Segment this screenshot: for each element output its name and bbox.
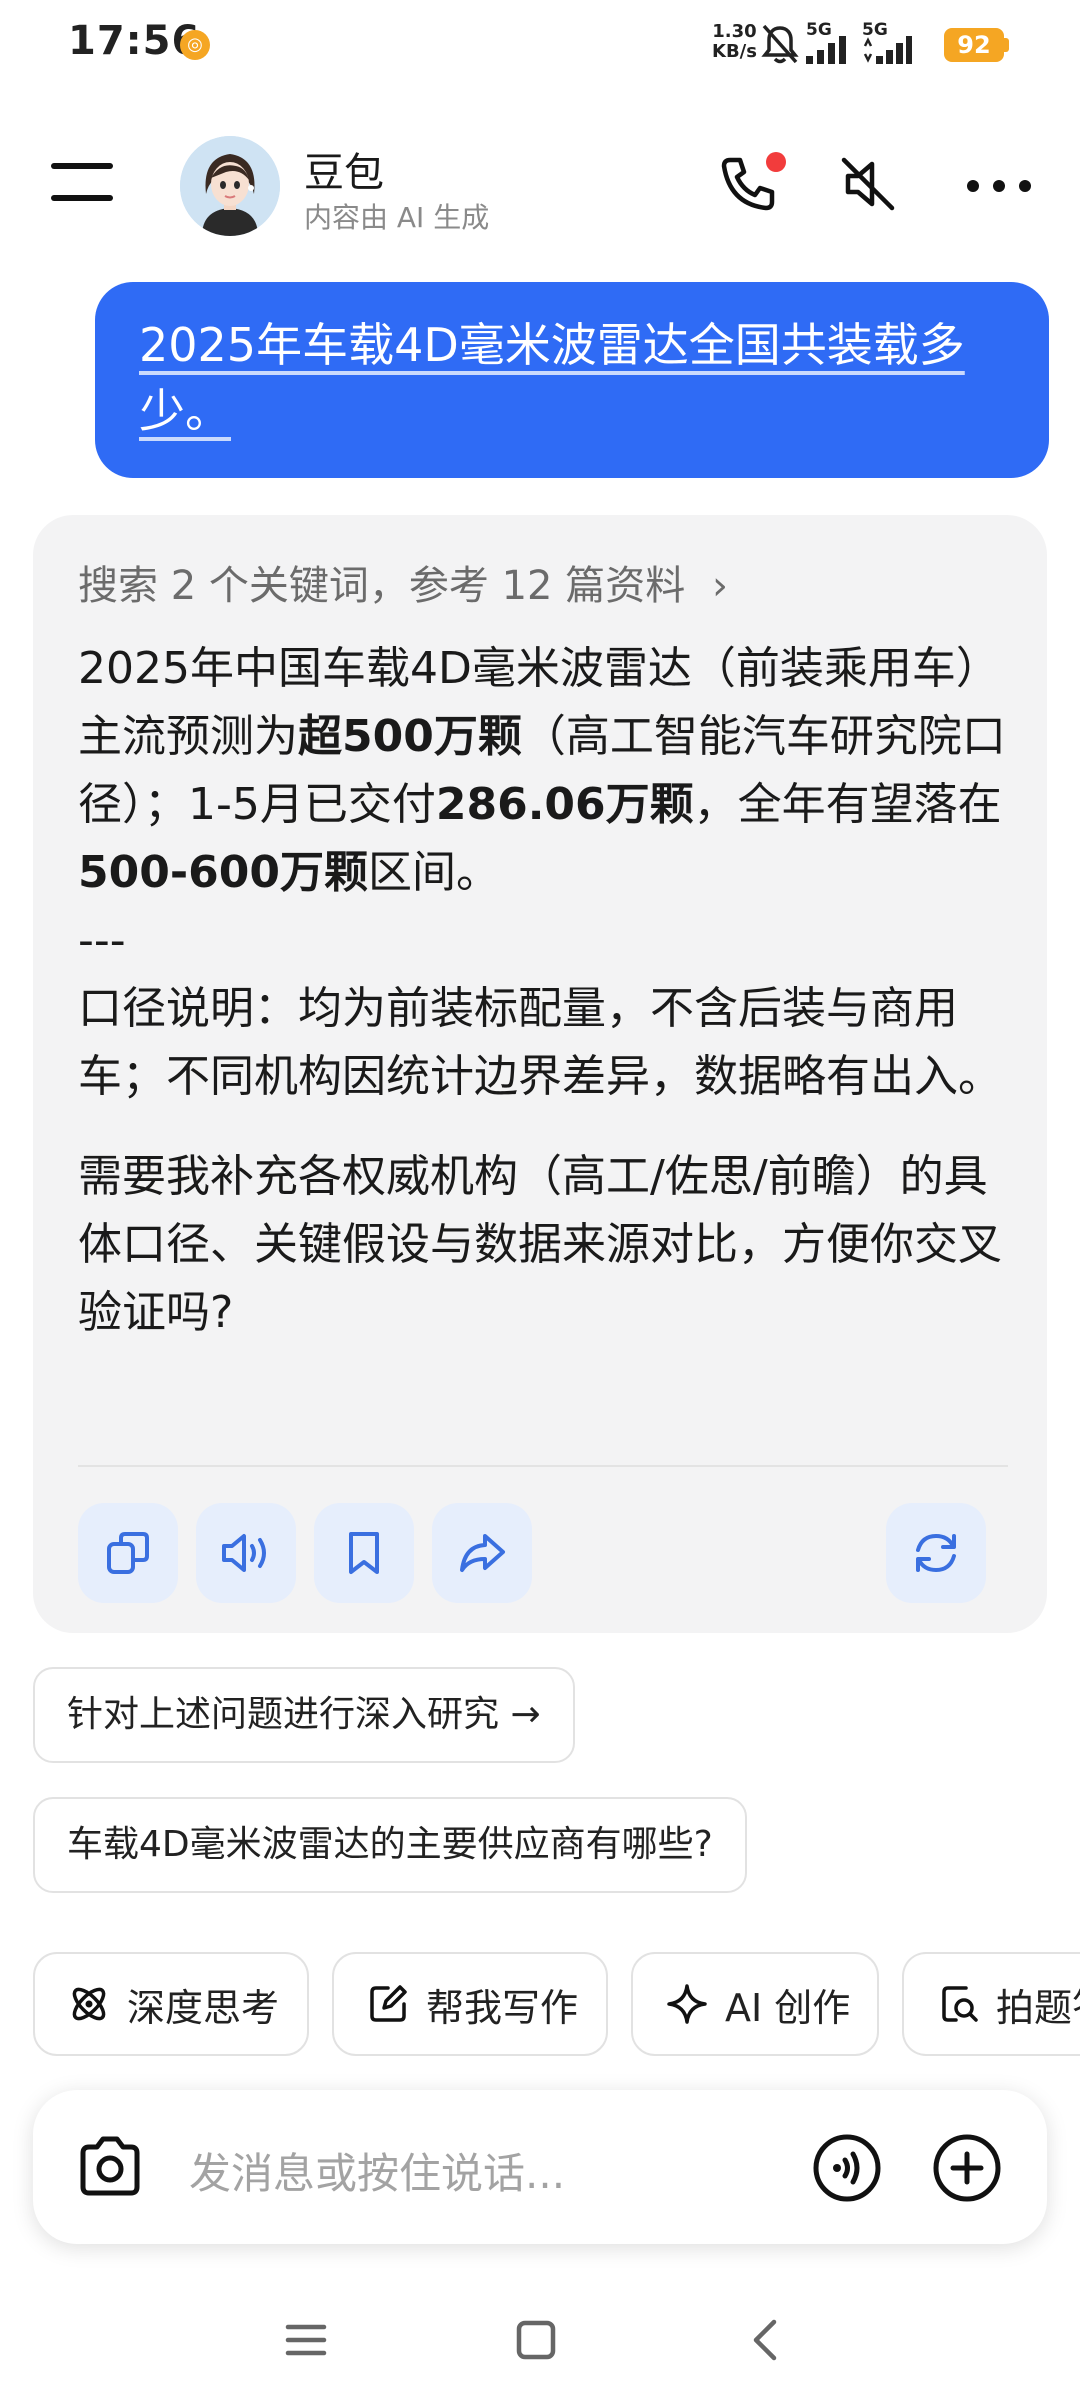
user-message-text: 2025年车载4D毫米波雷达全国共装载多少。 [139,318,965,438]
tool-label: 拍题答 [996,1985,1080,2030]
card-divider [78,1465,1008,1467]
tool-label: AI 创作 [725,1985,851,2030]
share-icon [460,1534,505,1572]
search-sources-link[interactable]: 搜索 2 个关键词，参考 12 篇资料 › [78,553,728,611]
nav-back-icon[interactable] [736,2310,796,2370]
bot-avatar[interactable] [180,136,280,236]
chevron-right-icon: › [711,563,728,609]
message-input[interactable]: 发消息或按住说话... [189,2140,565,2201]
battery-indicator: 92 [944,28,1004,62]
answer-text: 区间。 [367,847,500,898]
answer-highlight: 286.06万颗 [435,779,694,830]
suggestion-followup-question[interactable]: 车载4D毫米波雷达的主要供应商有哪些? [33,1797,747,1893]
sparkle-icon [667,1984,707,2024]
answer-paragraph-1: 2025年中国车载4D毫米波雷达（前装乘用车）主流预测为超500万颗（高工智能汽… [78,635,1018,907]
voice-call-icon[interactable] [811,2132,883,2204]
answer-card: 搜索 2 个关键词，参考 12 篇资料 › 2025年中国车载4D毫米波雷达（前… [33,515,1047,1633]
copy-icon [107,1532,149,1574]
plus-icon[interactable] [931,2132,1003,2204]
answer-highlight: 超500万颗 [298,711,522,762]
signal-2-icon [863,36,912,64]
refresh-icon [916,1533,956,1573]
camera-icon[interactable] [75,2135,145,2199]
scan-question-icon [942,1986,978,2022]
copy-button[interactable] [78,1503,178,1603]
tool-deep-thinking[interactable]: 深度思考 [33,1952,309,2056]
tool-ai-creation[interactable]: AI 创作 [631,1952,879,2056]
tool-label: 深度思考 [127,1985,280,2030]
answer-separator: --- [78,915,126,966]
tool-writing[interactable]: 帮我写作 [332,1952,608,2056]
answer-highlight: 500-600万颗 [78,847,368,898]
tool-photo-question[interactable]: 拍题答 [902,1952,1080,2056]
call-notification-dot [766,152,786,172]
answer-body: 2025年中国车载4D毫米波雷达（前装乘用车）主流预测为超500万颗（高工智能汽… [78,635,1018,1347]
answer-paragraph-3: 需要我补充各权威机构（高工/佐思/前瞻）的具体口径、关键假设与数据来源对比，方便… [78,1151,1002,1338]
regenerate-button[interactable] [886,1503,986,1603]
message-input-bar: 发消息或按住说话... [33,2090,1047,2244]
net-speed-value: 1.30 [712,21,757,42]
signal-1-icon [806,36,846,64]
ai-generated-notice: 内容由 AI 生成 [304,201,490,234]
bell-muted-icon [761,24,799,64]
edit-icon [370,1985,407,2022]
atom-icon [72,1987,106,2021]
notification-app-icon: ◎ [180,30,210,60]
more-options-icon[interactable] [964,166,1034,206]
menu-icon[interactable] [50,160,114,204]
speaker-mute-icon[interactable] [836,152,900,216]
tool-label: 帮我写作 [426,1985,579,2030]
nav-menu-icon[interactable] [276,2310,336,2370]
user-message-bubble[interactable]: 2025年车载4D毫米波雷达全国共装载多少。 [95,282,1049,478]
suggestion-deep-research[interactable]: 针对上述问题进行深入研究 → [33,1667,575,1763]
battery-tip [1004,38,1009,52]
net-speed-unit: KB/s [712,41,757,62]
answer-text: ，全年有望落在 [693,779,1002,830]
read-aloud-button[interactable] [196,1503,296,1603]
share-button[interactable] [432,1503,532,1603]
answer-paragraph-2: 口径说明：均为前装标配量，不含后装与商用车；不同机构因统计边界差异，数据略有出入… [78,983,1002,1102]
network-speed: 1.30 KB/s [712,22,757,62]
search-summary-text: 搜索 2 个关键词，参考 12 篇资料 [78,563,686,609]
bot-name: 豆包 [304,150,384,196]
nav-home-icon[interactable] [506,2310,566,2370]
bookmark-button[interactable] [314,1503,414,1603]
speaker-icon [222,1534,266,1572]
bookmark-icon [349,1532,379,1574]
